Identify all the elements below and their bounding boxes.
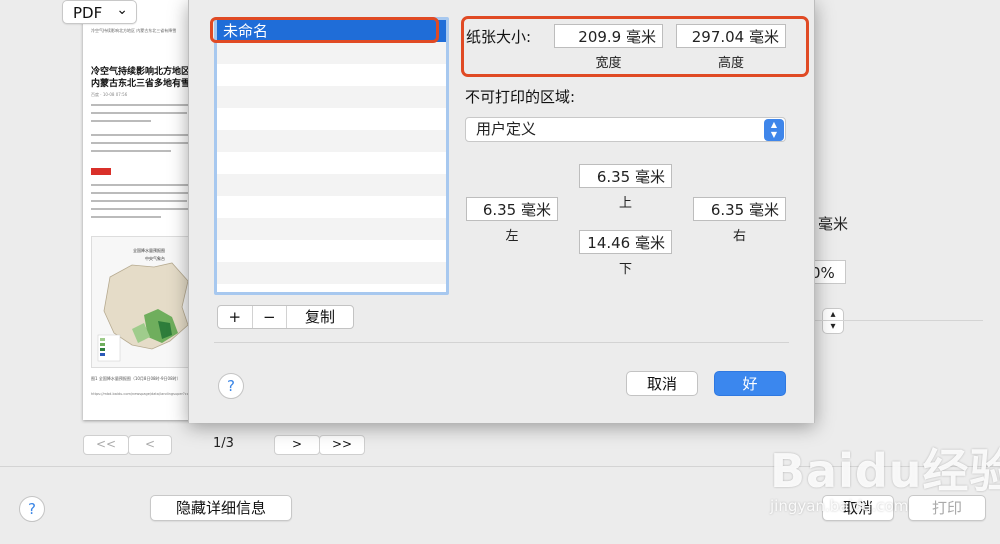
margin-top-field[interactable]: 6.35 毫米 [579,164,672,188]
help-button[interactable]: ? [19,496,45,522]
non-printable-label: 不可打印的区域: [465,88,576,106]
list-item [217,42,446,64]
preview-text-line [91,208,189,210]
list-item [217,64,446,86]
last-page-button[interactable]: >> [319,435,365,455]
preview-caption: 图1 全国降水量预报图（10月8日08时-9日08时） [91,376,181,381]
divider [803,320,983,321]
list-item [217,218,446,240]
unit-fragment: 毫米 [818,215,849,233]
preview-meta: 百度 · 10-08 07:56 [91,92,128,97]
list-item [217,130,446,152]
preview-header: 冷空气持续影响北方地区 内蒙古东北三省有降雪 [91,28,177,33]
list-edit-controls: + − 复制 [217,305,354,329]
page-indicator: 1/3 [213,436,234,451]
map-org: 中央气象台 [145,256,165,261]
selection-highlight-outline [210,17,439,43]
paper-size-highlight-outline [461,16,809,77]
divider [0,466,1000,467]
remove-button[interactable]: − [253,306,287,328]
cancel-button[interactable]: 取消 [626,371,698,396]
map-title: 全国降水量预报图 [133,248,165,253]
preview-text-line [91,216,161,218]
print-button[interactable]: 打印 [908,495,986,521]
preview-text-line [91,150,171,152]
margin-right-field[interactable]: 6.35 毫米 [693,197,786,221]
watermark-main: Baidu经验 [770,444,1000,498]
next-page-button[interactable]: > [274,435,320,455]
popup-value: 用户定义 [476,120,537,138]
margin-top-label: 上 [618,196,632,211]
margin-left-label: 左 [505,229,519,244]
add-button[interactable]: + [218,306,253,328]
cancel-button[interactable]: 取消 [822,495,894,521]
ok-button[interactable]: 好 [714,371,786,396]
margin-bottom-label: 下 [618,262,632,277]
list-item [217,152,446,174]
preview-text-line [91,142,189,144]
list-item [217,284,446,292]
preview-text-line [91,134,191,136]
margin-right-label: 右 [732,229,746,244]
up-down-chevron-icon: ▲ ▼ [764,119,784,141]
chevron-updown-icon[interactable]: ▴ ▾ [822,308,844,334]
pdf-menu-button[interactable]: PDF ⌄ [62,0,137,24]
preview-text-line [91,104,191,106]
paper-size-list[interactable]: 未命名 [214,17,449,295]
list-item [217,174,446,196]
list-item [217,262,446,284]
custom-paper-size-sheet: 未命名 + − 复制 纸张大小: 209.9 毫米 宽度 297.04 毫米 高… [188,0,815,423]
preview-map-figure [91,236,197,368]
preview-url: https://mbd.baidu.com/newspage/data/land… [91,392,201,396]
previous-page-button[interactable]: < [128,435,172,455]
list-item [217,240,446,262]
preview-text-line [91,184,191,186]
hide-details-button[interactable]: 隐藏详细信息 [150,495,292,521]
list-item [217,196,446,218]
map-illustration [97,262,189,362]
preview-title: 冷空气持续影响北方地区 内蒙古东北三省多地有雪 [91,67,191,89]
margin-bottom-field[interactable]: 14.46 毫米 [579,230,672,254]
help-button[interactable]: ? [218,373,244,399]
margin-left-field[interactable]: 6.35 毫米 [466,197,558,221]
print-preview-page: 冷空气持续影响北方地区 内蒙古东北三省有降雪 冷空气持续影响北方地区 内蒙古东北… [83,0,203,420]
pdf-label: PDF [73,4,103,22]
first-page-button[interactable]: << [83,435,129,455]
preview-text-line [91,112,187,114]
preview-text-line [91,192,191,194]
list-item [217,86,446,108]
chevron-down-icon: ⌄ [116,2,128,18]
divider [214,342,789,343]
preview-text-line [91,120,151,122]
duplicate-button[interactable]: 复制 [287,306,353,328]
list-item [217,108,446,130]
preview-text-line [91,200,187,202]
non-printable-popup[interactable]: 用户定义 ▲ ▼ [465,117,786,142]
preview-logo [91,168,111,175]
